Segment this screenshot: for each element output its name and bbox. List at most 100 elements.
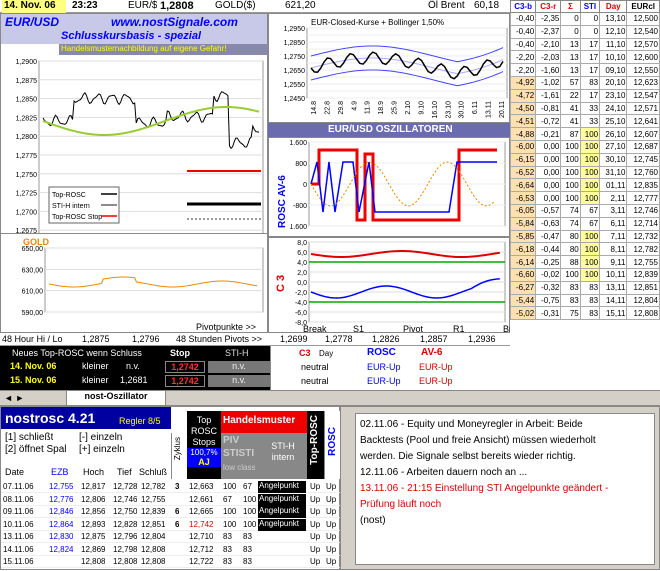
time-display: 23:23 bbox=[72, 0, 98, 11]
right-table-cell: -0,32 bbox=[535, 280, 562, 295]
right-table-cell: 2,11 bbox=[599, 191, 628, 205]
lower-cell-date: 14.11.06 bbox=[3, 544, 34, 554]
lowclass-label: low class bbox=[223, 463, 256, 472]
option-1[interactable]: [1] schließt bbox=[5, 432, 53, 443]
handels-label: Handelsmuster bbox=[223, 415, 296, 426]
right-table-cell: -6,52 bbox=[509, 165, 537, 180]
y-tick-label: 1,2800 bbox=[16, 134, 38, 141]
lower-cell-t: 12,808 bbox=[113, 557, 138, 566]
right-table-cell: 12,777 bbox=[626, 191, 660, 205]
right-table-cell: 17 bbox=[579, 63, 601, 77]
lower-cell-ezb: 12,846 bbox=[49, 507, 74, 516]
right-table-cell: 67 bbox=[579, 216, 601, 231]
note-line: 13.11.06 - 21:15 Einstellung STI Angelpu… bbox=[360, 483, 609, 494]
right-table-cell: 12,745 bbox=[626, 152, 660, 167]
bollinger-chart: 1,2950 1,2850 1,2750 1,2650 1,2550 1,2450 14.8… bbox=[284, 26, 508, 119]
option-1b[interactable]: [-] einzeln bbox=[79, 432, 122, 443]
y-tick-label: 630,00 bbox=[22, 267, 44, 274]
tab-nost-oszillator[interactable]: nost-Oszillator bbox=[66, 391, 166, 406]
lower-cell-date: 07.11.06 bbox=[3, 482, 34, 491]
lower-cell-a: 83 bbox=[223, 557, 232, 566]
right-table-cell: 31,10 bbox=[599, 165, 628, 180]
lower-cell-t: 12,750 bbox=[113, 507, 138, 516]
right-table-cell: 12,550 bbox=[626, 63, 660, 77]
right-table-cell: -0,31 bbox=[535, 306, 562, 321]
pivot-val-1: 1,2778 bbox=[325, 334, 353, 344]
col-header: EZB bbox=[51, 467, 69, 477]
lower-cell-t: 12,828 bbox=[113, 519, 138, 529]
stih-intern-label: STI-H intern bbox=[271, 441, 295, 462]
right-table-cell: 12,804 bbox=[626, 293, 660, 308]
option-2b[interactable]: [+] einzeln bbox=[79, 444, 125, 455]
y-tick-label: 1,2725 bbox=[16, 191, 38, 198]
av6-row: EUR-Up bbox=[419, 376, 453, 386]
right-table-cell: 57 bbox=[560, 75, 581, 90]
right-table-cell: -1,02 bbox=[535, 75, 562, 90]
lower-cell-stop: 12,742 bbox=[189, 519, 214, 529]
right-table-cell: 12,746 bbox=[626, 203, 660, 218]
lower-cell-toprosc: Up bbox=[310, 494, 321, 504]
bollinger-panel: EUR-Closed-Kurse + Bollinger 1,50% 1,295… bbox=[268, 13, 510, 123]
right-table-cell: 0 bbox=[579, 12, 601, 26]
lower-cell-t: 12,798 bbox=[113, 544, 138, 554]
lower-cell-a: 100 bbox=[223, 519, 237, 529]
x-tick-label: 20.11 bbox=[499, 101, 506, 118]
lower-cell-b: 67 bbox=[243, 482, 252, 491]
right-table-cell: -4,92 bbox=[509, 75, 537, 90]
right-table-cell: 100 bbox=[579, 242, 601, 257]
site-link[interactable]: www.nostSignale.com bbox=[111, 15, 238, 29]
top-rosc-header: Top ROSC Stops 100,7% AJ bbox=[187, 411, 221, 479]
right-table-cell: 17 bbox=[579, 37, 601, 52]
pivot-link[interactable]: Pivotpunkte >> bbox=[196, 322, 256, 332]
note-line: werden. Die Signale selbst bereits wiede… bbox=[360, 451, 576, 462]
lower-cell-rosc: Up bbox=[326, 494, 337, 504]
x-tick-label: 25.9 bbox=[392, 101, 399, 115]
right-table-cell: -0,02 bbox=[535, 267, 562, 282]
lower-cell-h: 12,869 bbox=[81, 544, 106, 554]
y-tick-label: 1,2750 bbox=[284, 54, 306, 61]
right-table-cell: 12,10 bbox=[599, 24, 628, 39]
sheet-tab-bar: ◄ ► nost-Oszillator bbox=[0, 390, 660, 406]
lower-cell-ezb: 12,864 bbox=[49, 519, 74, 529]
y-tick-label: 1,2850 bbox=[284, 40, 306, 47]
lower-cell-a: 67 bbox=[223, 494, 232, 504]
right-table-cell: -6,64 bbox=[509, 178, 537, 193]
date-display: 14. Nov. 06 bbox=[2, 0, 66, 13]
col-header: Tief bbox=[117, 467, 132, 477]
tab-nav-arrows[interactable]: ◄ ► bbox=[4, 393, 24, 403]
gold-panel: GOLD 650,00 630,00 610,00 590,00 Pivotpunkt… bbox=[0, 233, 268, 333]
right-table-row: -0,40 -2,37 0 0 12,10 12,540 bbox=[509, 24, 660, 39]
stunden-link[interactable]: 48 Stunden Pivots >> bbox=[176, 334, 262, 344]
right-table-cell: 13 bbox=[560, 63, 581, 77]
right-table-cell: -4,50 bbox=[509, 101, 537, 116]
right-table-cell: 24,10 bbox=[599, 101, 628, 116]
lower-cell-t: 12,796 bbox=[113, 532, 138, 541]
zyklus-label: Zyklus bbox=[173, 437, 182, 461]
aj-label: AJ bbox=[187, 457, 221, 467]
right-table-row: -6,52 0,00 100 100 31,10 12,760 bbox=[509, 165, 660, 180]
right-table-row: -0,40 -2,35 0 0 13,10 12,500 bbox=[509, 12, 660, 26]
right-table-cell: -4,88 bbox=[509, 127, 537, 141]
right-table-row: -4,51 -0,72 41 33 25,10 12,641 bbox=[509, 114, 660, 129]
lower-cell-rosc: Up bbox=[326, 532, 337, 541]
lower-cell-handels: Angelpunkt bbox=[258, 481, 306, 493]
lower-table-row: 09.11.06 12,846 12,856 12,750 12,839 6 12,665 1… bbox=[1, 506, 341, 518]
lower-cell-b: 100 bbox=[243, 494, 257, 504]
notes-textbox[interactable]: 02.11.06 - Equity und Moneyregler in Arb… bbox=[355, 413, 655, 565]
right-table-cell: -0,75 bbox=[535, 293, 562, 308]
lower-cell-toprosc: Up bbox=[310, 557, 321, 566]
signal-stih: n.v. bbox=[208, 375, 270, 387]
warning-text: Handelsmusternachbildung auf eigene Gefa… bbox=[59, 44, 269, 55]
option-2[interactable]: [2] öffnet Spal bbox=[5, 444, 67, 455]
right-table-cell: 0,00 bbox=[535, 165, 562, 180]
toprosc-v-label: Top-ROSC bbox=[309, 415, 320, 465]
right-table-cell: 17 bbox=[579, 50, 601, 65]
right-table-cell: 0,00 bbox=[535, 139, 562, 154]
right-table-cell: 100 bbox=[579, 165, 601, 180]
right-table-cell: 33 bbox=[579, 114, 601, 129]
right-table-row: -0,40 -2,10 13 17 11,10 12,570 bbox=[509, 37, 660, 52]
x-tick-label: 23.10 bbox=[445, 101, 452, 119]
right-table-cell: -2,35 bbox=[535, 12, 562, 26]
x-tick-label: 9.10 bbox=[418, 101, 425, 115]
x-tick-label: 16.10 bbox=[432, 101, 439, 119]
